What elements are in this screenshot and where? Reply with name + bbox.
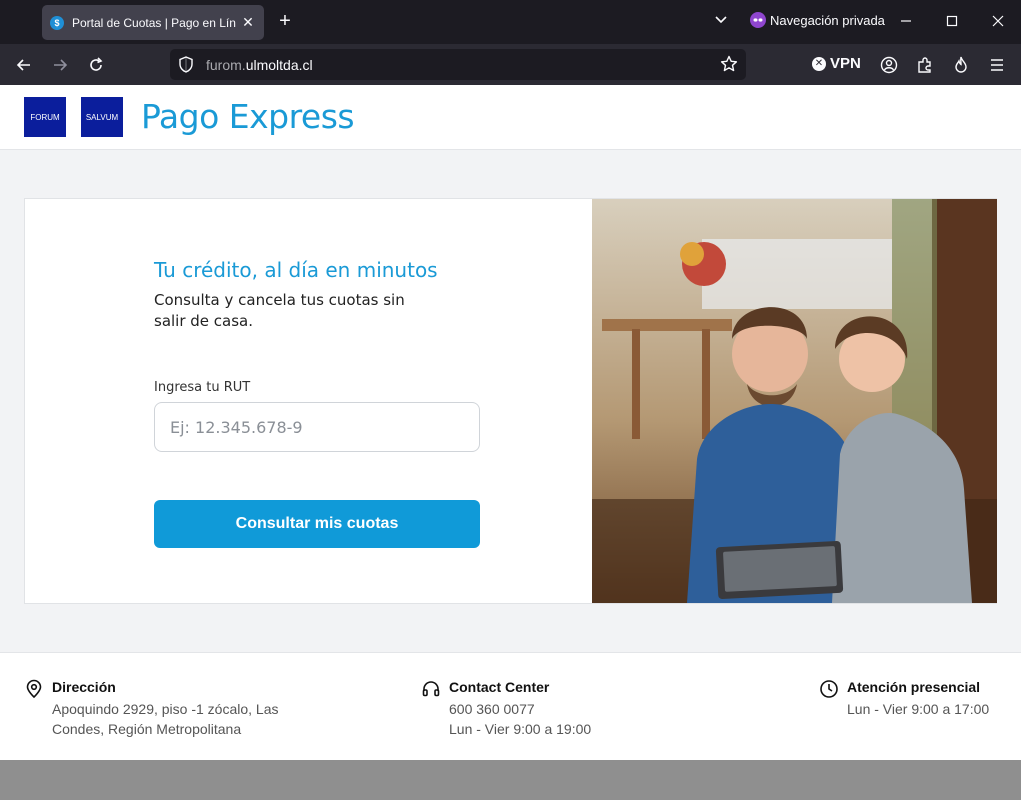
contact-phone[interactable]: 600 360 0077 (449, 699, 591, 719)
presencial-hours: Lun - Vier 9:00 a 17:00 (847, 701, 990, 717)
salvum-logo[interactable]: SALVUM (81, 97, 123, 137)
footer-contact: Contact Center 600 360 0077 Lun - Vier 9… (421, 679, 591, 739)
hamburger-menu-icon[interactable] (984, 52, 1010, 78)
account-icon[interactable] (876, 52, 902, 78)
presencial-title: Atención presencial (847, 679, 981, 695)
page-title: Pago Express (141, 97, 355, 136)
new-tab-button[interactable]: + (274, 10, 296, 32)
bookmark-star-icon[interactable] (720, 55, 738, 76)
url-prefix: furom. (206, 56, 246, 73)
site-header: FORUM SALVUM Pago Express (0, 85, 1021, 150)
browser-titlebar: $ Portal de Cuotas | Pago en Línea ✕ + N… (0, 0, 1021, 44)
shield-icon[interactable] (178, 56, 194, 76)
site-footer: Dirección Apoquindo 2929, piso -1 zócalo… (0, 652, 1021, 760)
rut-label: Ingresa tu RUT (154, 380, 251, 395)
address-text: Apoquindo 2929, piso -1 zócalo, Las Cond… (52, 701, 279, 737)
list-tabs-chevron-icon[interactable] (714, 12, 728, 31)
extensions-icon[interactable] (912, 52, 938, 78)
page-content: FORUM SALVUM Pago Express Tu crédito, al… (0, 85, 1021, 760)
consult-cuotas-button[interactable]: Consultar mis cuotas (154, 500, 480, 548)
location-pin-icon (24, 679, 44, 699)
private-label: Navegación privada (770, 12, 885, 28)
salvum-logo-text: SALVUM (85, 112, 119, 122)
headset-icon (421, 679, 441, 699)
site-favicon-icon: $ (50, 15, 64, 30)
private-browsing-indicator: Navegación privada (750, 12, 885, 28)
contact-title: Contact Center (449, 679, 550, 695)
rut-input[interactable] (154, 402, 480, 452)
footer-address: Dirección Apoquindo 2929, piso -1 zócalo… (24, 679, 312, 739)
back-arrow-icon[interactable] (11, 52, 37, 78)
forum-logo-text: FORUM (30, 112, 60, 122)
address-title: Dirección (52, 679, 116, 695)
hero-image (592, 199, 997, 603)
flame-icon[interactable] (948, 52, 974, 78)
maximize-icon[interactable] (940, 10, 964, 34)
couple-tablet-photo (592, 199, 997, 603)
rut-form-panel: Tu crédito, al día en minutos Consulta y… (25, 199, 592, 603)
close-window-icon[interactable] (986, 10, 1010, 34)
browser-navbar: furom. ulmoltda.cl ✕ VPN (0, 44, 1021, 85)
tab-close-icon[interactable]: ✕ (240, 14, 256, 31)
browser-tab[interactable]: $ Portal de Cuotas | Pago en Línea ✕ (42, 5, 264, 40)
forward-arrow-icon[interactable] (47, 52, 73, 78)
form-headline: Tu crédito, al día en minutos (154, 258, 438, 282)
minimize-icon[interactable] (894, 10, 918, 34)
bottom-band (0, 760, 1021, 800)
forum-logo[interactable]: FORUM (24, 97, 66, 137)
vpn-label: VPN (830, 55, 861, 72)
contact-hours: Lun - Vier 9:00 a 19:00 (449, 721, 592, 737)
tab-title: Portal de Cuotas | Pago en Línea (72, 15, 236, 30)
login-card: Tu crédito, al día en minutos Consulta y… (24, 198, 997, 604)
private-mask-icon (750, 12, 766, 28)
form-subline: Consulta y cancela tus cuotas sin salir … (154, 291, 405, 330)
reload-icon[interactable] (83, 52, 109, 78)
vpn-button[interactable]: ✕ VPN (812, 55, 861, 72)
address-bar[interactable]: furom. ulmoltda.cl (170, 49, 746, 80)
footer-presencial: Atención presencial Lun - Vier 9:00 a 17… (819, 679, 989, 719)
clock-icon (819, 679, 839, 699)
url-domain: ulmoltda.cl (245, 56, 313, 73)
vpn-off-icon: ✕ (812, 56, 826, 71)
